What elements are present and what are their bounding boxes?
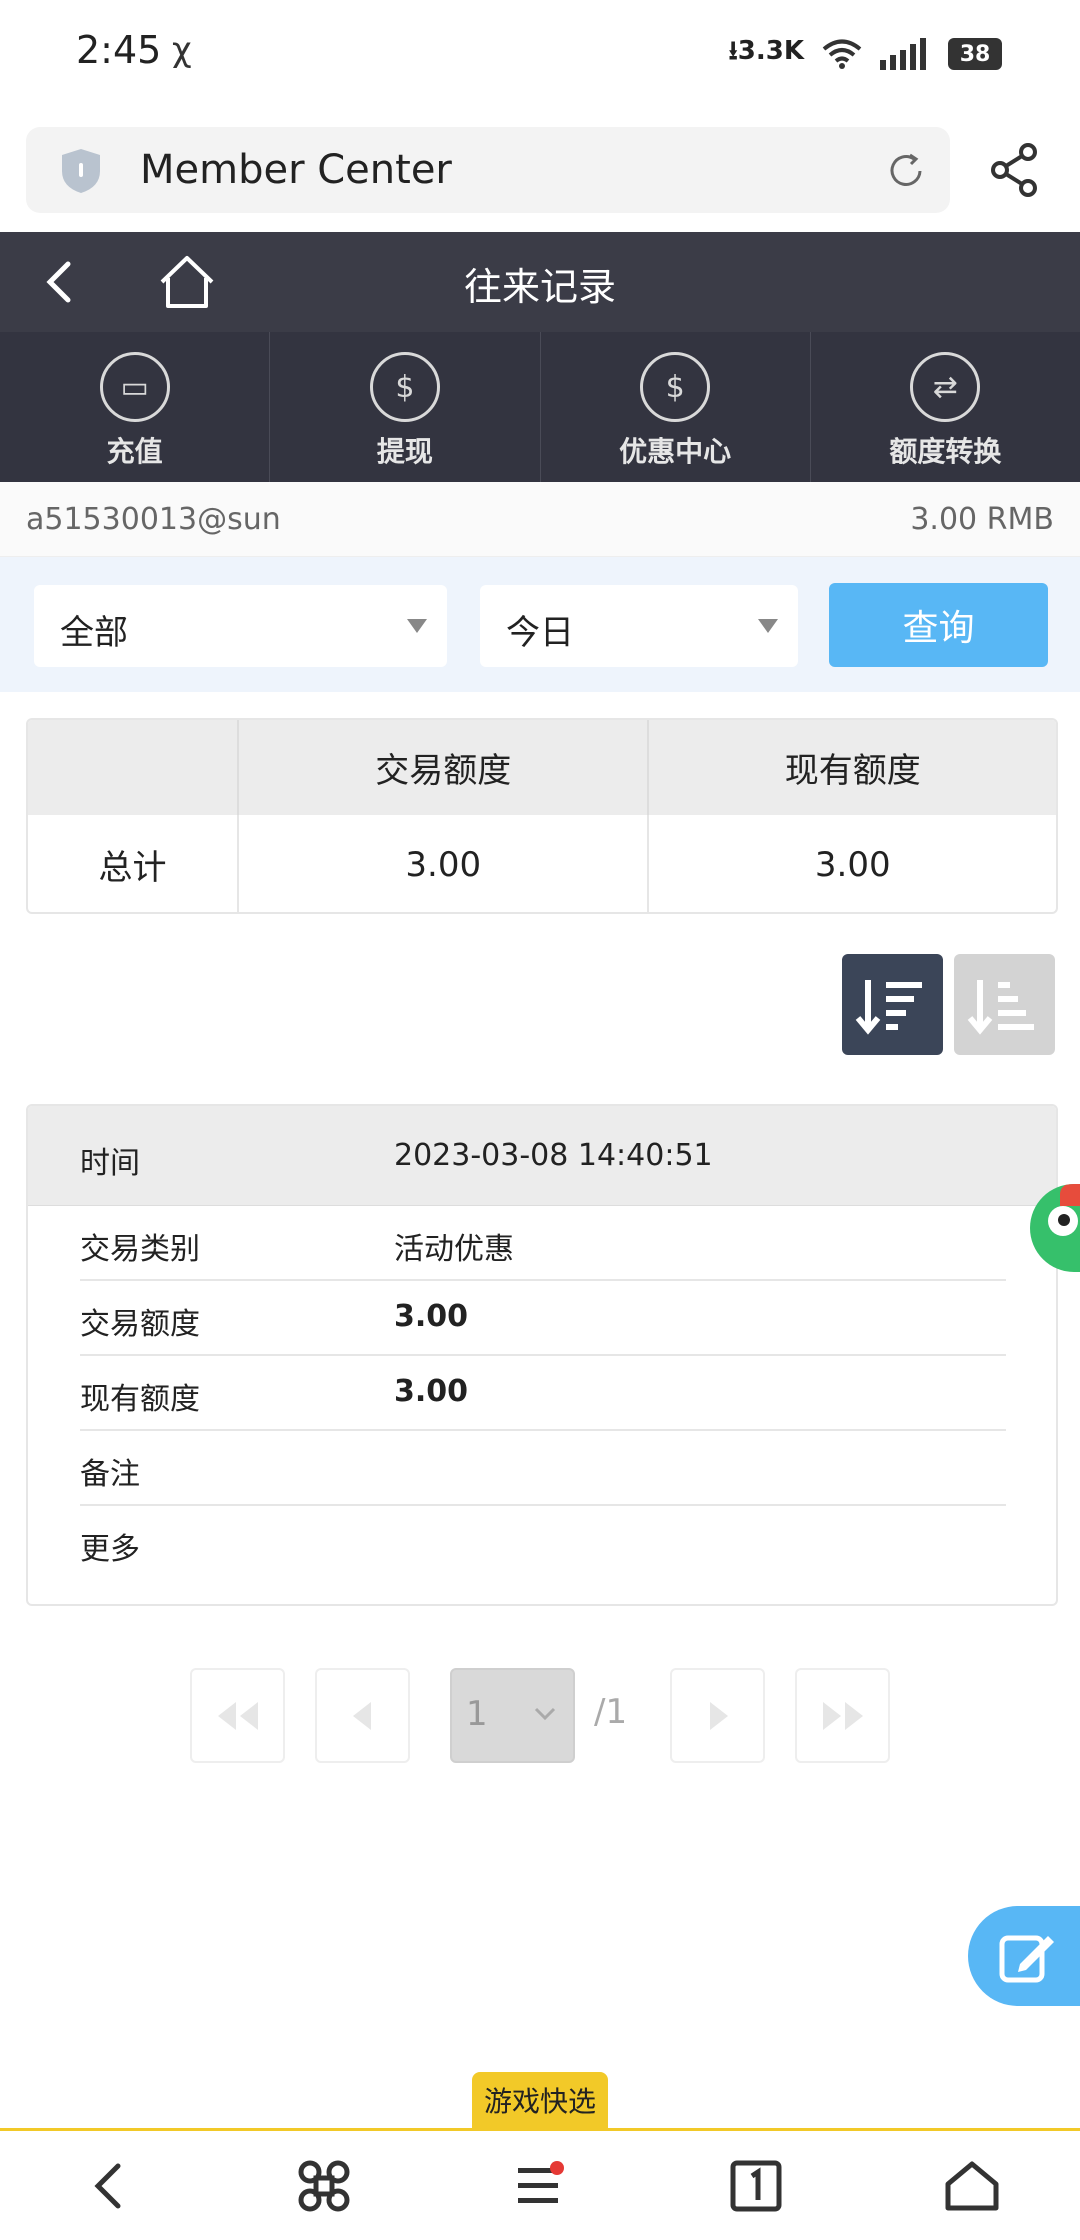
summary-total-label: 总计 [28, 815, 239, 912]
record-row-label: 交易额度 [80, 1307, 200, 1342]
dollar-hand-icon: $ [369, 352, 440, 422]
edit-float-button[interactable] [968, 1906, 1080, 2006]
summary-total-transaction: 3.00 [238, 815, 650, 912]
last-page-button[interactable] [795, 1668, 890, 1763]
promotions-label: 优惠中心 [619, 435, 732, 468]
withdraw-button[interactable]: $ 提现 [270, 332, 541, 482]
chevron-left-icon [352, 1701, 371, 1730]
summary-header-row: 交易额度 现有额度 [28, 720, 1056, 815]
sort-desc-icon [855, 980, 922, 1035]
record-row: 交易类别 活动优惠 [80, 1206, 1006, 1281]
summary-header-available: 现有额度 [648, 720, 1056, 815]
card-hand-icon: ▭ [99, 352, 170, 422]
status-time: 2:45 [76, 28, 162, 72]
sort-asc-button[interactable] [954, 954, 1055, 1055]
transfer-button[interactable]: ⇄ 额度转换 [811, 332, 1080, 482]
nav-home-button[interactable] [864, 2131, 1080, 2240]
home-icon [945, 2161, 999, 2210]
page-select-value: 1 [466, 1694, 488, 1734]
address-bar[interactable]: Member Center [26, 127, 950, 213]
record-row-label: 备注 [80, 1457, 140, 1492]
summary-total-row: 总计 3.00 3.00 [28, 815, 1056, 912]
record-row-label: 现有额度 [80, 1382, 200, 1417]
username: a51530013@sun [26, 502, 281, 537]
record-row-value: 3.00 [394, 1374, 469, 1409]
page-title: Member Center [140, 147, 452, 193]
wifi-icon [822, 39, 862, 69]
mascot-pupil [1058, 1214, 1070, 1226]
double-chevron-right-icon [822, 1701, 863, 1730]
signal-icon [880, 38, 926, 70]
edit-icon [999, 1935, 1054, 1983]
caret-down-icon [407, 619, 427, 633]
next-page-button[interactable] [670, 1668, 765, 1763]
prev-page-button[interactable] [315, 1668, 410, 1763]
notification-dot [550, 2161, 564, 2175]
exchange-icon: ⇄ [910, 352, 981, 422]
record-row-value: 3.00 [394, 1299, 469, 1334]
mascot-cap [1060, 1184, 1080, 1206]
balance: 3.00 RMB [910, 502, 1054, 537]
date-select-value: 今日 [506, 613, 574, 653]
sort-desc-button[interactable] [842, 954, 943, 1055]
record-row-label: 更多 [80, 1532, 140, 1567]
withdraw-label: 提现 [376, 435, 433, 468]
page-select[interactable]: 1 [450, 1668, 575, 1763]
record-time-value: 2023-03-08 14:40:51 [394, 1138, 713, 1173]
share-icon[interactable] [988, 142, 1040, 198]
dollar-refresh-icon: $ [640, 352, 711, 422]
record-time-label: 时间 [80, 1146, 140, 1181]
reload-icon[interactable] [884, 149, 928, 193]
page-total: /1 [594, 1692, 628, 1732]
tabs-count-icon [730, 2160, 782, 2211]
double-chevron-left-icon [217, 1701, 258, 1730]
nav-back-button[interactable] [0, 2131, 216, 2240]
summary-header-empty [28, 720, 239, 815]
nav-tabs-button[interactable] [648, 2131, 864, 2240]
record-row-value: 活动优惠 [394, 1232, 514, 1267]
caret-down-icon [758, 619, 778, 633]
action-bar: ▭ 充值 $ 提现 $ 优惠中心 ⇄ 额度转换 [0, 332, 1080, 482]
date-select[interactable]: 今日 [480, 585, 798, 667]
promotions-button[interactable]: $ 优惠中心 [541, 332, 811, 482]
chevron-right-icon [709, 1701, 728, 1730]
record-row: 现有额度 3.00 [80, 1356, 1006, 1431]
browser-bar: Member Center [0, 110, 1080, 232]
record-more-row[interactable]: 更多 [80, 1506, 1006, 1581]
nav-apps-button[interactable] [216, 2131, 432, 2240]
record-row: 备注 [80, 1431, 1006, 1506]
transfer-label: 额度转换 [889, 435, 1002, 468]
carrier-icon: χ [172, 30, 192, 70]
back-icon [94, 2163, 121, 2208]
download-speed: ⭳3.3K [728, 36, 804, 66]
shield-icon [62, 149, 100, 193]
summary-table: 交易额度 现有额度 总计 3.00 3.00 [26, 718, 1058, 914]
record-time-row: 时间 2023-03-08 14:40:51 [28, 1106, 1056, 1206]
sort-asc-icon [967, 980, 1034, 1035]
record-card: 时间 2023-03-08 14:40:51 交易类别 活动优惠 交易额度 3.… [26, 1104, 1058, 1606]
header-title: 往来记录 [463, 265, 616, 309]
summary-header-transaction: 交易额度 [238, 720, 650, 815]
app-header: 往来记录 [0, 232, 1080, 332]
first-page-button[interactable] [190, 1668, 285, 1763]
game-quick-pick-tab[interactable]: 游戏快选 [472, 2072, 608, 2128]
battery-icon: 38 [948, 38, 1002, 70]
deposit-label: 充值 [106, 435, 163, 468]
bottom-nav [0, 2131, 1080, 2240]
status-indicators: ⭳3.3K 38 [729, 32, 1002, 76]
account-strip: a51530013@sun 3.00 RMB [0, 482, 1080, 557]
summary-total-available: 3.00 [814, 844, 891, 885]
chevron-down-icon [534, 1707, 556, 1721]
record-row: 交易额度 3.00 [80, 1281, 1006, 1356]
command-icon [298, 2160, 350, 2211]
nav-menu-button[interactable] [432, 2131, 648, 2240]
type-select-value: 全部 [60, 613, 128, 653]
record-row-label: 交易类别 [80, 1232, 200, 1267]
query-button[interactable]: 查询 [829, 583, 1048, 667]
filter-bar: 全部 今日 查询 [0, 557, 1080, 692]
status-bar: 2:45 χ ⭳3.3K 38 [0, 0, 1080, 110]
deposit-button[interactable]: ▭ 充值 [0, 332, 271, 482]
type-select[interactable]: 全部 [34, 585, 447, 667]
